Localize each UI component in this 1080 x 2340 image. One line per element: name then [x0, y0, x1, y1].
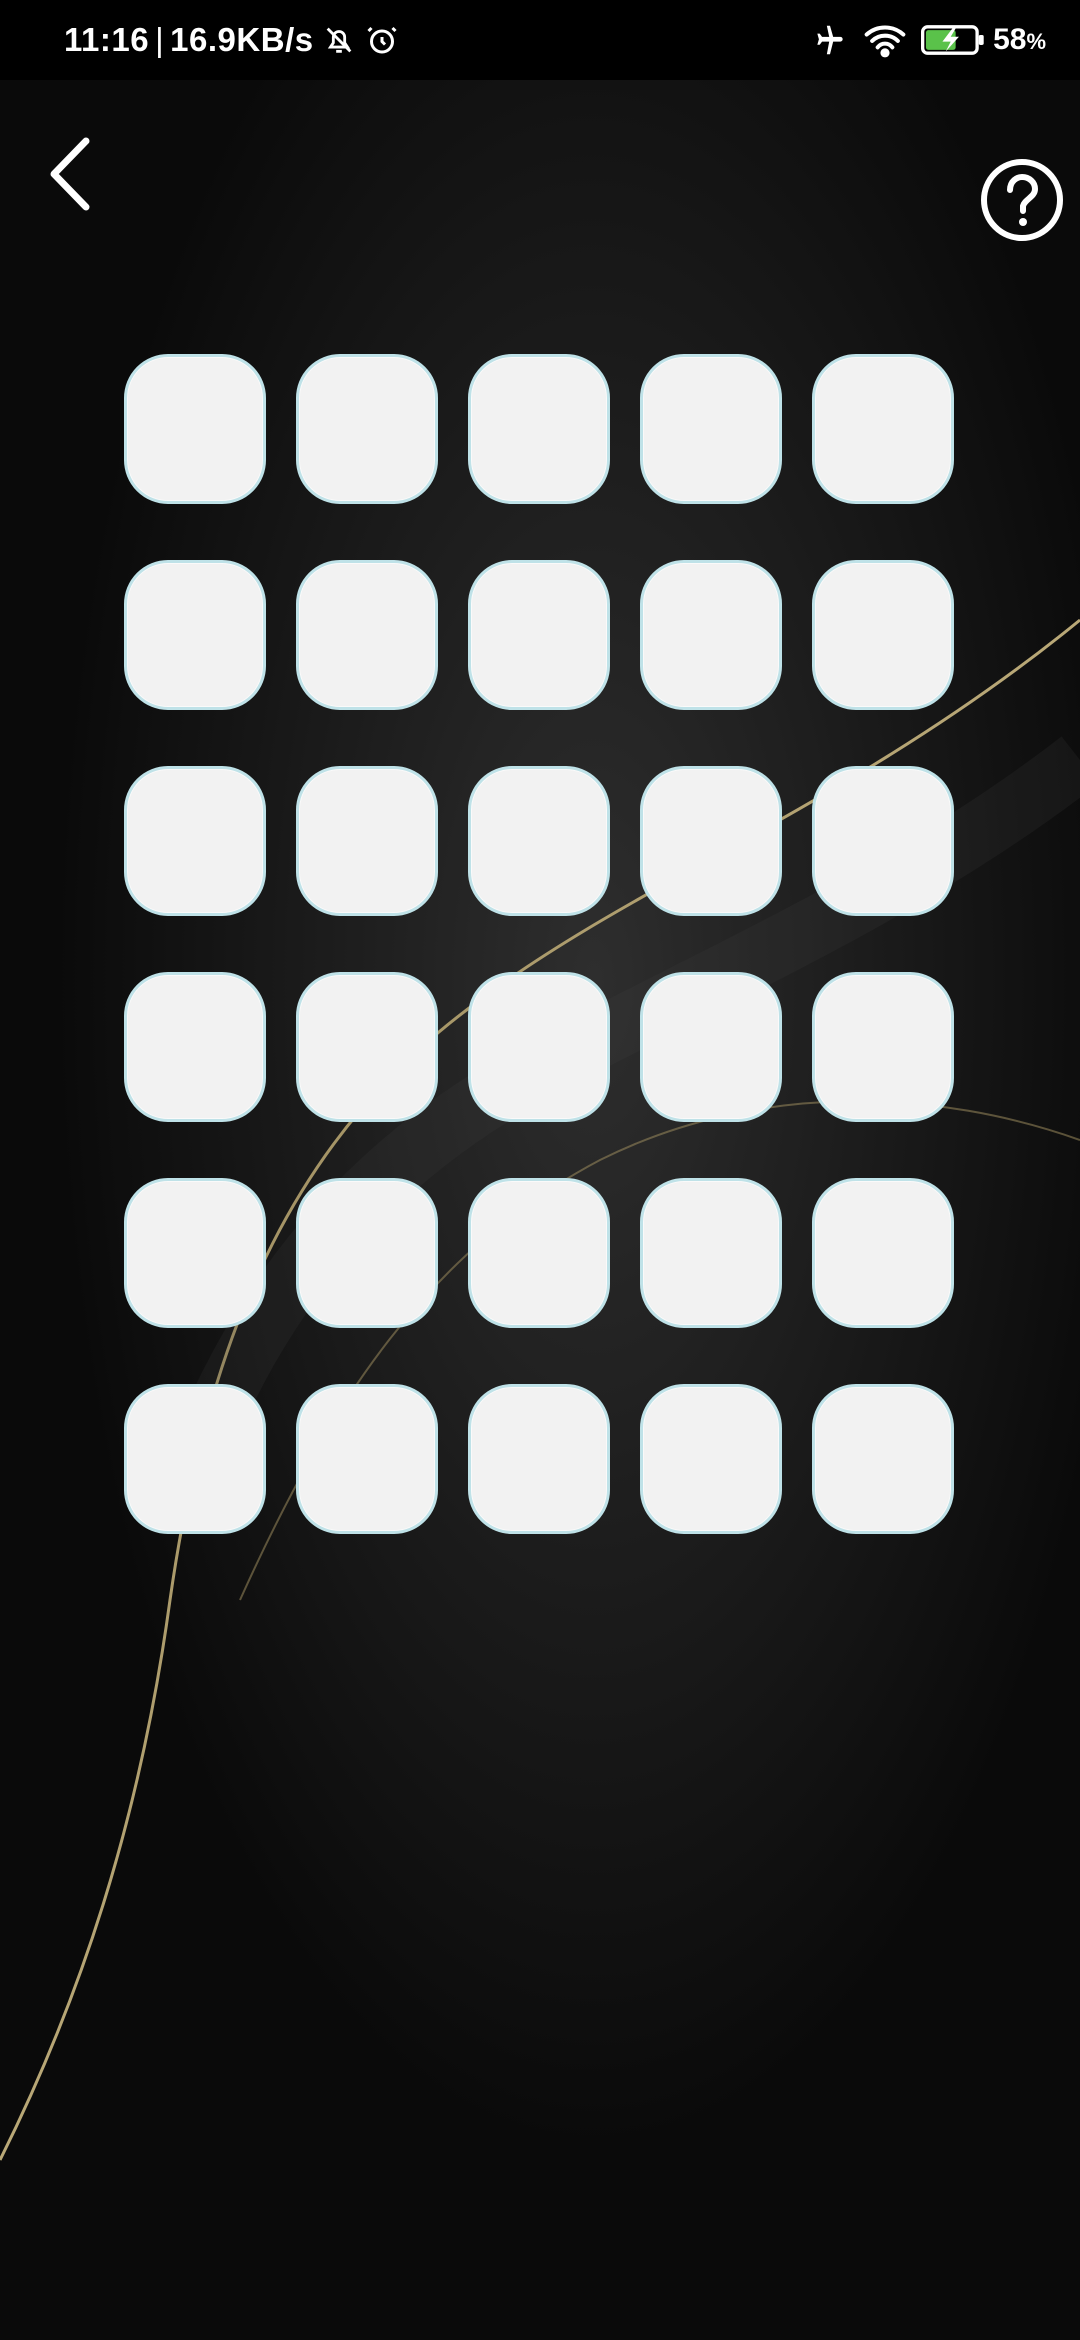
alarm-icon: [364, 22, 400, 58]
grid-tile[interactable]: [124, 1178, 266, 1328]
grid-tile[interactable]: [296, 766, 438, 916]
back-button[interactable]: [34, 130, 106, 222]
grid-tile[interactable]: [124, 972, 266, 1122]
grid-tile[interactable]: [296, 972, 438, 1122]
battery-level-value: 58: [993, 23, 1027, 56]
grid-tile[interactable]: [640, 972, 782, 1122]
grid-tile[interactable]: [640, 1384, 782, 1534]
grid-tile[interactable]: [124, 1384, 266, 1534]
grid-tile[interactable]: [124, 354, 266, 504]
grid-tile[interactable]: [640, 354, 782, 504]
grid-tile[interactable]: [812, 766, 954, 916]
grid-tile[interactable]: [468, 766, 610, 916]
grid-tile[interactable]: [812, 1178, 954, 1328]
grid-tile[interactable]: [812, 560, 954, 710]
grid-tile[interactable]: [296, 560, 438, 710]
grid-tile[interactable]: [640, 1178, 782, 1328]
grid-tile[interactable]: [296, 1178, 438, 1328]
grid-tile[interactable]: [640, 560, 782, 710]
tile-grid: [124, 354, 954, 1534]
question-circle-icon: [979, 157, 1065, 248]
grid-tile[interactable]: [124, 560, 266, 710]
grid-tile[interactable]: [468, 1384, 610, 1534]
grid-tile[interactable]: [296, 354, 438, 504]
help-button[interactable]: [958, 138, 1080, 266]
network-speed: 16.9KB/s: [170, 21, 314, 58]
battery-charging-icon: [921, 23, 987, 57]
grid-tile[interactable]: [468, 1178, 610, 1328]
wifi-icon: [863, 21, 907, 59]
grid-tile[interactable]: [812, 354, 954, 504]
grid-tile[interactable]: [124, 766, 266, 916]
status-time: 11:16: [64, 21, 150, 58]
muted-bell-icon: [322, 23, 356, 57]
status-separator: |: [155, 21, 165, 58]
grid-tile[interactable]: [468, 972, 610, 1122]
battery-level: 58%: [993, 23, 1046, 57]
airplane-mode-icon: [811, 21, 849, 59]
status-left: 11:16 | 16.9KB/s: [64, 21, 400, 59]
chevron-left-icon: [44, 135, 96, 218]
grid-tile[interactable]: [468, 560, 610, 710]
status-bar: 11:16 | 16.9KB/s 58%: [0, 0, 1080, 80]
grid-tile[interactable]: [812, 972, 954, 1122]
grid-tile[interactable]: [468, 354, 610, 504]
grid-tile[interactable]: [812, 1384, 954, 1534]
battery-level-unit: %: [1026, 29, 1046, 54]
status-right: 58%: [803, 21, 1046, 59]
grid-tile[interactable]: [640, 766, 782, 916]
grid-tile[interactable]: [296, 1384, 438, 1534]
